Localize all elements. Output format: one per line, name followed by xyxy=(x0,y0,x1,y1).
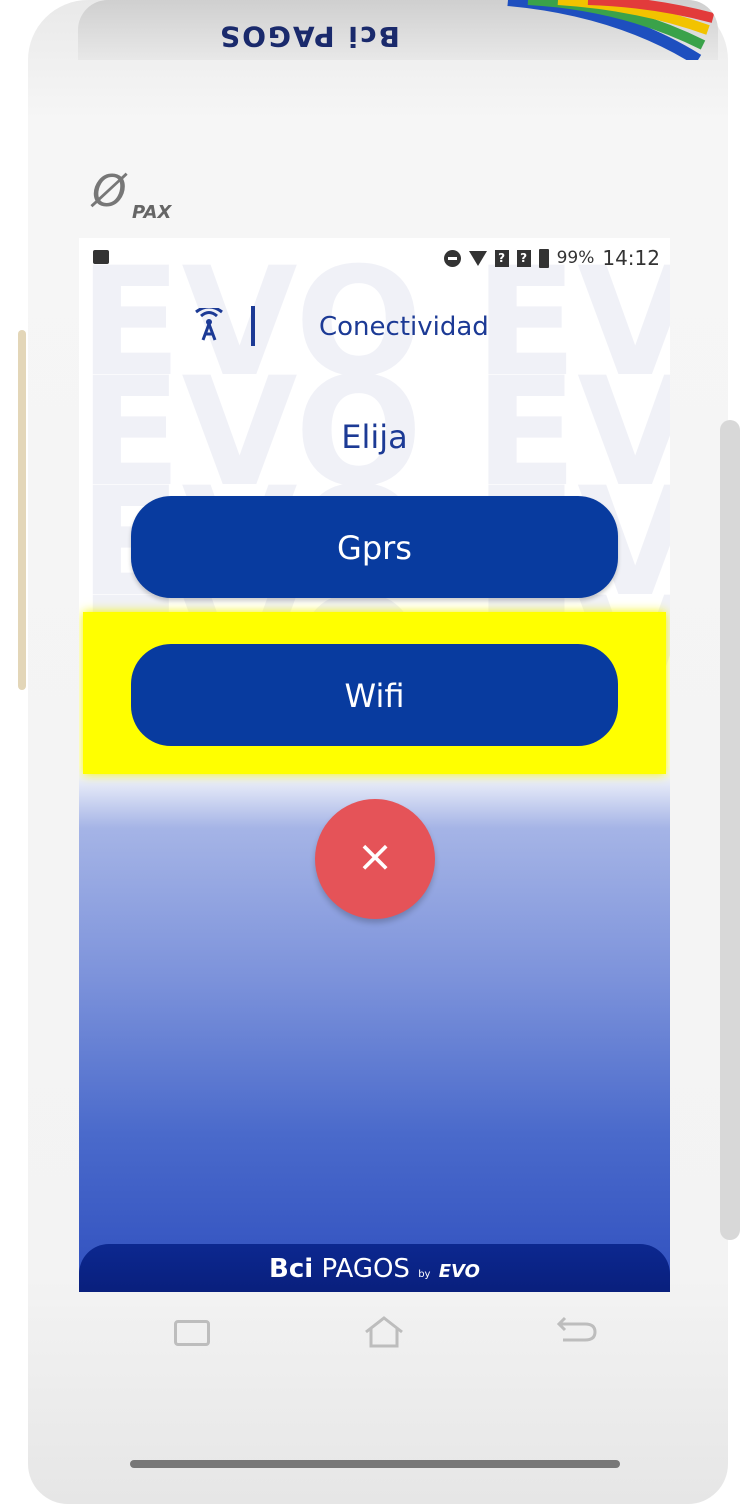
page-title: Conectividad xyxy=(319,312,489,342)
back-icon xyxy=(556,1316,597,1342)
sim1-icon: ? xyxy=(494,249,509,267)
recent-apps-icon xyxy=(174,1320,210,1346)
page-header: Conectividad xyxy=(79,298,670,358)
sim2-icon: ? xyxy=(516,249,531,267)
screen: EVO EVEVO EVEVO EVEVO EV ? ? 99% 14:12 C… xyxy=(79,238,670,1292)
device-top-cap: Bci PAGOS xyxy=(78,0,718,60)
home-icon xyxy=(365,1316,403,1348)
card-slot xyxy=(720,420,740,1240)
image-icon xyxy=(93,250,109,264)
battery-icon xyxy=(538,248,549,268)
gprs-button[interactable]: Gprs xyxy=(131,496,618,598)
choose-prompt: Elija xyxy=(341,418,408,456)
do-not-disturb-icon xyxy=(443,249,461,267)
close-button[interactable]: × xyxy=(315,799,435,919)
home-button[interactable] xyxy=(362,1310,403,1350)
recent-apps-button[interactable] xyxy=(170,1310,210,1350)
antenna-icon xyxy=(195,308,223,341)
battery-percent: 99% xyxy=(556,248,595,268)
footer-bar: Bci PAGOS by EVO xyxy=(79,1244,670,1292)
footer-brand: Bci PAGOS by EVO xyxy=(269,1254,480,1284)
header-divider xyxy=(251,306,255,346)
color-stripes xyxy=(507,0,715,60)
side-rail xyxy=(18,330,26,690)
clock: 14:12 xyxy=(602,246,660,270)
printer-slot xyxy=(130,1460,620,1468)
wifi-icon xyxy=(468,250,487,266)
back-button[interactable] xyxy=(555,1310,597,1350)
wifi-button[interactable]: Wifi xyxy=(131,644,618,746)
status-bar: ? ? 99% 14:12 xyxy=(79,238,670,280)
